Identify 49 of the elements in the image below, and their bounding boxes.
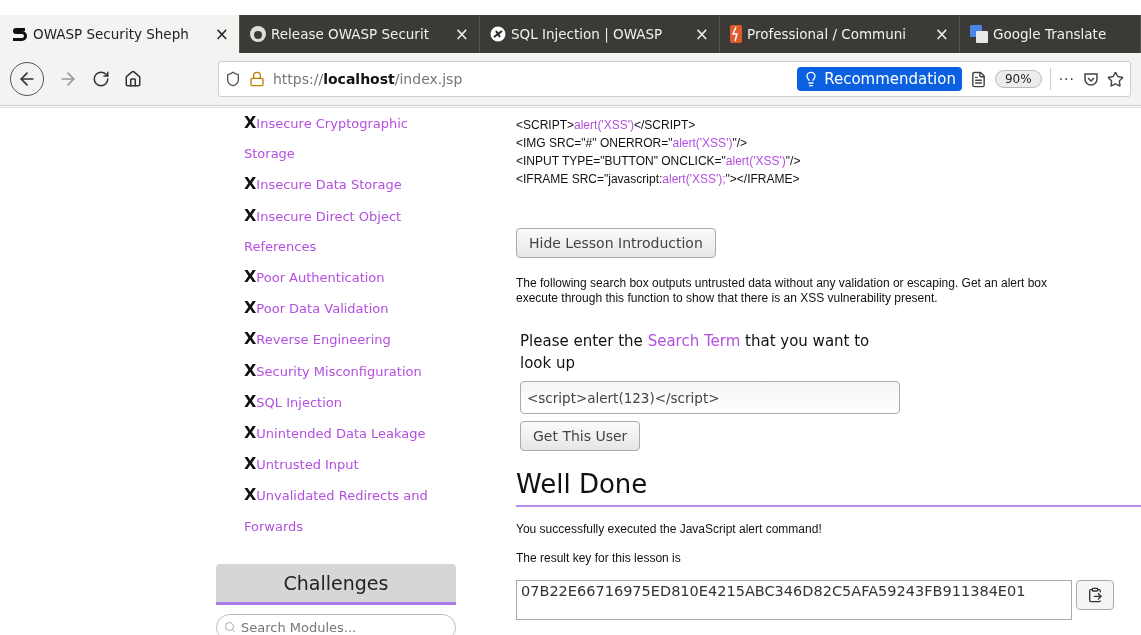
search-field[interactable]: Search Modules... <box>216 613 456 635</box>
home-icon[interactable] <box>124 70 142 88</box>
module-link[interactable]: XPoor Data Validation <box>244 293 444 325</box>
key-label: The result key for this lesson is <box>516 551 682 565</box>
challenges-header[interactable]: Challenges <box>216 563 456 605</box>
search-icon <box>224 620 236 633</box>
recommendation-button[interactable]: Recommendation <box>797 67 962 91</box>
code-line: <SCRIPT>alert('XSS')</SCRIPT> <box>516 117 697 134</box>
star-icon[interactable] <box>1107 70 1124 88</box>
result-heading: Well Done <box>516 469 1141 507</box>
pocket-icon[interactable] <box>1083 71 1099 87</box>
prompt-text: Please enter the Search Term that you want to look up <box>520 331 871 374</box>
result-key-field[interactable]: 07B22E66716975ED810E4215ABC346D82C5AFA59243FB911384E01 <box>516 580 1072 620</box>
code-line: <IFRAME SRC="javascript:alert('XSS');"></IFRAME> <box>516 171 801 188</box>
description-text: The following search box outputs untrusted data without any validation or escaping. Get an alert box execute through this function to show that there is an XSS vulnerability present. <box>516 276 1048 306</box>
shield-icon[interactable] <box>225 71 241 87</box>
more-button[interactable]: ··· <box>1058 71 1075 87</box>
reader-icon[interactable] <box>969 70 987 88</box>
close-icon[interactable]: × <box>690 24 713 44</box>
lock-icon[interactable] <box>249 71 265 87</box>
get-user-button[interactable]: Get This User <box>520 421 641 451</box>
reload-icon[interactable] <box>92 70 110 88</box>
success-message: You successfully executed the JavaScript alert command! <box>516 522 823 536</box>
hide-introduction-button[interactable]: Hide Lesson Introduction <box>516 228 716 258</box>
bucket-icon <box>730 25 742 43</box>
translate-icon <box>970 25 988 43</box>
close-icon[interactable]: × <box>930 24 953 44</box>
code-line: <INPUT TYPE="BUTTON" ONCLICK="alert('XSS')"/> <box>516 153 802 170</box>
module-link[interactable]: XUntrusted Input <box>244 449 444 481</box>
module-link[interactable]: XUnvalidated Redirects and Forwards <box>244 480 444 542</box>
module-link[interactable]: XUnintended Data Leakage <box>244 418 444 450</box>
address-bar[interactable]: https://localhost/index.jsp Recommendation 90% ··· <box>218 61 1131 97</box>
module-link[interactable]: XSecurity Misconfiguration <box>244 355 444 387</box>
module-link[interactable]: XReverse Engineering <box>244 324 444 356</box>
url-text: https://localhost/index.jsp <box>273 71 464 87</box>
module-link[interactable]: XInsecure Direct Object References <box>244 200 444 262</box>
s-logo-icon <box>10 25 28 43</box>
module-link[interactable]: XSQL Injection <box>244 386 444 419</box>
clipboard-icon <box>1087 587 1103 603</box>
module-link[interactable]: XPoor Authentication <box>244 262 444 294</box>
close-icon[interactable]: × <box>450 24 473 44</box>
browser-tab[interactable]: OWASP Security Sheph × <box>0 15 240 53</box>
copy-button[interactable] <box>1076 580 1114 610</box>
zoom-level[interactable]: 90% <box>994 70 1042 88</box>
module-link[interactable]: XInsecure Data Storage <box>244 169 444 201</box>
search-term-field[interactable]: <script>alert(123)</script> <box>520 381 900 414</box>
close-icon[interactable]: × <box>210 24 233 44</box>
code-line: <IMG SRC="#" ONERROR="alert('XSS')"/> <box>516 135 749 152</box>
module-link[interactable]: XInsecure Cryptographic Storage <box>244 108 444 170</box>
